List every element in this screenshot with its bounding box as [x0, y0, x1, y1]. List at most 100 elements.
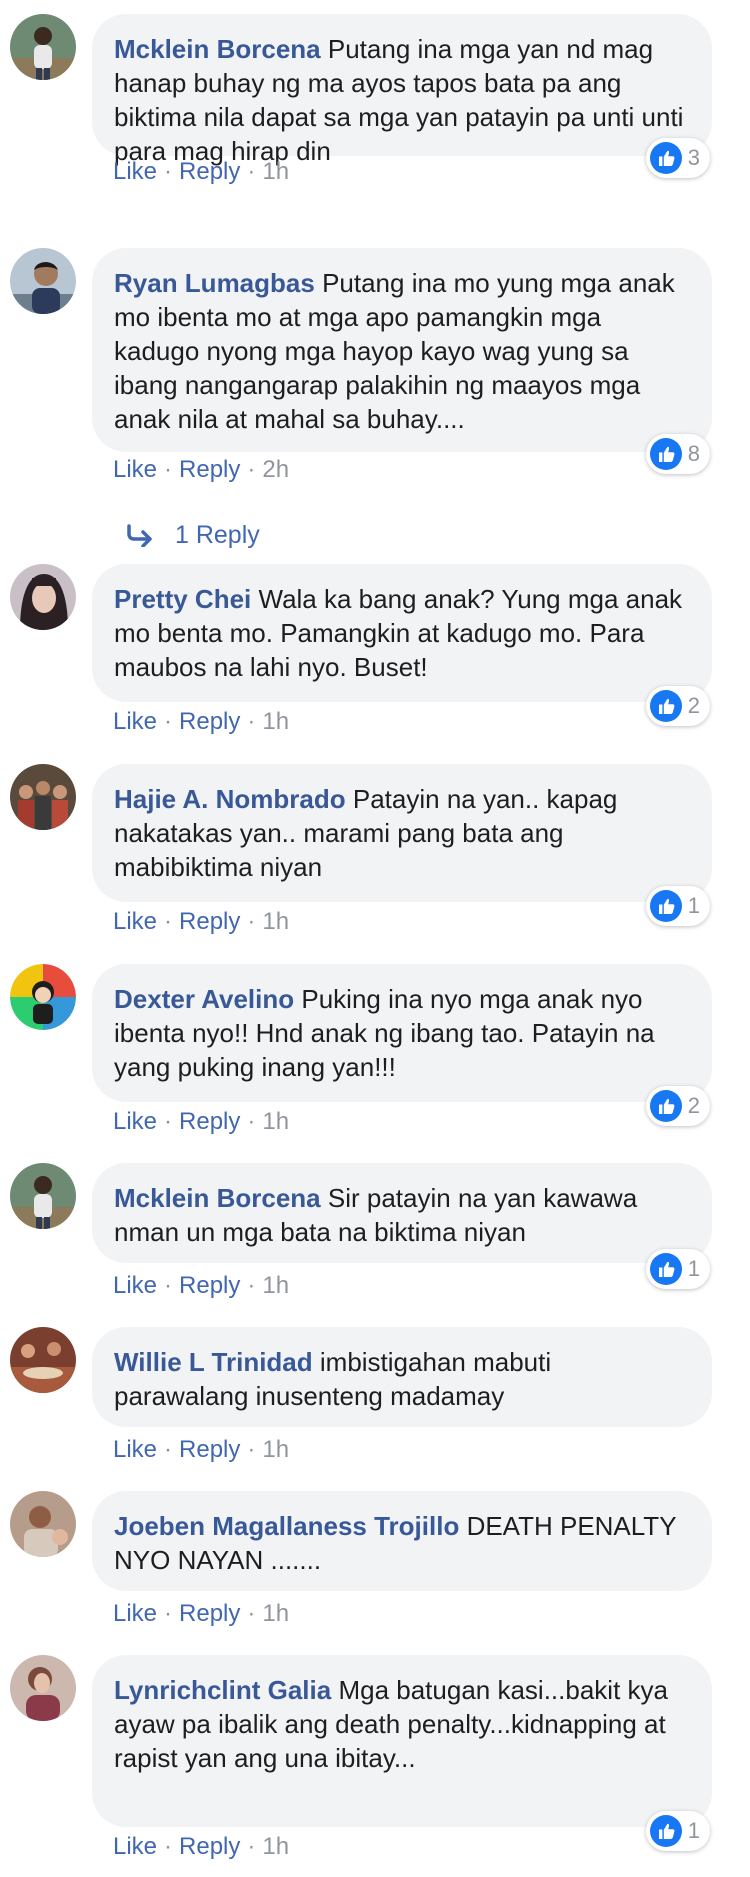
view-replies-link[interactable]: 1 Reply	[125, 520, 260, 550]
replies-count[interactable]: 1 Reply	[175, 520, 260, 550]
like-button[interactable]: Like	[113, 1272, 157, 1299]
comment-timestamp[interactable]: 1h	[262, 1108, 289, 1135]
separator: ·	[164, 1600, 173, 1627]
comment-timestamp[interactable]: 1h	[262, 708, 289, 735]
reaction-count[interactable]: 1	[645, 1811, 710, 1851]
comment-author[interactable]: Lynrichclint Galia	[114, 1675, 331, 1705]
comment-author[interactable]: Joeben Magallaness Trojillo	[114, 1511, 459, 1541]
comment-author[interactable]: Hajie A. Nombrado	[114, 784, 346, 814]
comment-author[interactable]: Ryan Lumagbas	[114, 268, 315, 298]
like-reaction-icon	[650, 1090, 682, 1122]
like-button[interactable]: Like	[113, 1600, 157, 1627]
comment-timestamp[interactable]: 1h	[262, 158, 289, 185]
comment-actions: Like · Reply · 1h	[113, 1600, 289, 1628]
comment-actions: Like · Reply · 1h	[113, 158, 289, 186]
separator: ·	[164, 158, 173, 185]
avatar[interactable]	[10, 1163, 76, 1229]
avatar[interactable]	[10, 764, 76, 830]
separator: ·	[247, 1108, 256, 1135]
comment-bubble: Pretty Chei Wala ka bang anak? Yung mga …	[92, 564, 712, 702]
comment-timestamp[interactable]: 1h	[262, 1833, 289, 1860]
separator: ·	[247, 1272, 256, 1299]
separator: ·	[247, 908, 256, 935]
comment-actions: Like · Reply · 1h	[113, 708, 289, 736]
separator: ·	[164, 708, 173, 735]
like-reaction-icon	[650, 890, 682, 922]
separator: ·	[164, 1833, 173, 1860]
reply-button[interactable]: Reply	[179, 708, 240, 735]
separator: ·	[164, 1108, 173, 1135]
like-button[interactable]: Like	[113, 1833, 157, 1860]
like-button[interactable]: Like	[113, 158, 157, 185]
separator: ·	[164, 456, 173, 483]
comment-timestamp[interactable]: 2h	[262, 456, 289, 483]
comment-thread: Mcklein Borcena Putang ina mga yan nd ma…	[0, 0, 750, 1877]
reply-button[interactable]: Reply	[179, 1833, 240, 1860]
separator: ·	[247, 456, 256, 483]
like-reaction-icon	[650, 438, 682, 470]
like-button[interactable]: Like	[113, 456, 157, 483]
separator: ·	[247, 158, 256, 185]
comment-actions: Like · Reply · 1h	[113, 1108, 289, 1136]
comment-timestamp[interactable]: 1h	[262, 908, 289, 935]
comment-timestamp[interactable]: 1h	[262, 1600, 289, 1627]
like-button[interactable]: Like	[113, 708, 157, 735]
reply-button[interactable]: Reply	[179, 1436, 240, 1463]
comment-bubble: Hajie A. Nombrado Patayin na yan.. kapag…	[92, 764, 712, 902]
comment-author[interactable]: Pretty Chei	[114, 584, 251, 614]
reply-button[interactable]: Reply	[179, 1600, 240, 1627]
comment-actions: Like · Reply · 2h	[113, 456, 289, 484]
like-reaction-icon	[650, 1253, 682, 1285]
reply-button[interactable]: Reply	[179, 158, 240, 185]
reaction-count[interactable]: 3	[645, 138, 710, 178]
comment-actions: Like · Reply · 1h	[113, 1833, 289, 1861]
avatar[interactable]	[10, 1655, 76, 1721]
comment-bubble: Ryan Lumagbas Putang ina mo yung mga ana…	[92, 248, 712, 452]
comment-author[interactable]: Willie L Trinidad	[114, 1347, 313, 1377]
avatar[interactable]	[10, 1491, 76, 1557]
avatar[interactable]	[10, 14, 76, 80]
reaction-number: 1	[687, 1818, 700, 1843]
reaction-count[interactable]: 2	[645, 1086, 710, 1126]
comment-timestamp[interactable]: 1h	[262, 1272, 289, 1299]
avatar[interactable]	[10, 964, 76, 1030]
like-button[interactable]: Like	[113, 1108, 157, 1135]
like-reaction-icon	[650, 142, 682, 174]
comment-timestamp[interactable]: 1h	[262, 1436, 289, 1463]
reaction-number: 3	[687, 145, 700, 170]
like-button[interactable]: Like	[113, 908, 157, 935]
reply-arrow-icon	[127, 524, 152, 547]
avatar[interactable]	[10, 248, 76, 314]
reaction-count[interactable]: 1	[645, 1249, 710, 1289]
comment-bubble: Willie L Trinidad imbistigahan mabuti pa…	[92, 1327, 712, 1427]
comment-author[interactable]: Mcklein Borcena	[114, 34, 321, 64]
avatar[interactable]	[10, 1327, 76, 1393]
comment-bubble: Mcklein Borcena Putang ina mga yan nd ma…	[92, 14, 712, 166]
reaction-number: 1	[687, 893, 700, 918]
reply-button[interactable]: Reply	[179, 1108, 240, 1135]
like-reaction-icon	[650, 1815, 682, 1847]
reply-button[interactable]: Reply	[179, 456, 240, 483]
like-button[interactable]: Like	[113, 1436, 157, 1463]
separator: ·	[247, 1600, 256, 1627]
separator: ·	[247, 1436, 256, 1463]
reaction-number: 8	[687, 441, 700, 466]
reaction-count[interactable]: 2	[645, 686, 710, 726]
reply-button[interactable]: Reply	[179, 908, 240, 935]
reply-button[interactable]: Reply	[179, 1272, 240, 1299]
reaction-number: 1	[687, 1256, 700, 1281]
separator: ·	[164, 908, 173, 935]
comment-actions: Like · Reply · 1h	[113, 908, 289, 936]
comment-bubble: Joeben Magallaness Trojillo DEATH PENALT…	[92, 1491, 712, 1591]
comment-bubble: Mcklein Borcena Sir patayin na yan kawaw…	[92, 1163, 712, 1263]
separator: ·	[164, 1436, 173, 1463]
separator: ·	[247, 708, 256, 735]
comment-author[interactable]: Dexter Avelino	[114, 984, 294, 1014]
comment-author[interactable]: Mcklein Borcena	[114, 1183, 321, 1213]
reaction-count[interactable]: 8	[645, 434, 710, 474]
reaction-number: 2	[687, 1093, 700, 1118]
like-reaction-icon	[650, 690, 682, 722]
avatar[interactable]	[10, 564, 76, 630]
reaction-count[interactable]: 1	[645, 886, 710, 926]
reaction-number: 2	[687, 693, 700, 718]
